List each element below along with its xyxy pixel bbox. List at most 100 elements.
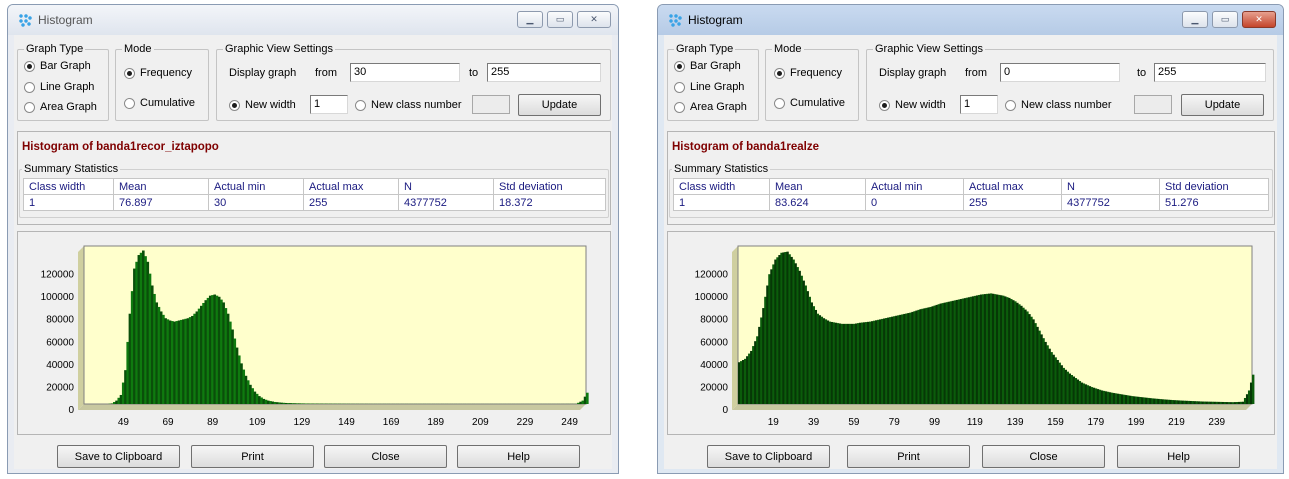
radio-area-graph[interactable]: Area Graph (24, 101, 97, 113)
close-button[interactable]: Close (324, 445, 447, 468)
update-button[interactable]: Update (518, 94, 601, 116)
histogram-bar (264, 399, 268, 404)
header-actual-max: Actual max (303, 178, 399, 195)
close-window-button[interactable]: ✕ (1242, 11, 1276, 28)
radio-cumulative[interactable]: Cumulative (774, 97, 845, 109)
statistics-table: Class width Mean Actual min Actual max N… (673, 178, 1269, 211)
histogram-bar (139, 252, 143, 404)
histogram-bar (217, 296, 221, 404)
y-tick-label: 100000 (695, 292, 729, 303)
plot-floor (732, 404, 1252, 410)
histogram-bar (220, 299, 223, 404)
mode-group: Mode (765, 43, 859, 121)
new-class-number-input[interactable] (472, 95, 510, 114)
radio-dot (24, 81, 35, 93)
x-tick-label: 199 (1128, 417, 1145, 428)
histogram-bar (188, 317, 192, 404)
histogram-bar (244, 375, 248, 404)
histogram-bar (300, 403, 304, 404)
histogram-bar (135, 261, 138, 404)
histogram-bar (162, 314, 165, 404)
to-input[interactable]: 255 (1154, 63, 1266, 82)
radio-frequency[interactable]: Frequency (124, 67, 192, 79)
radio-frequency[interactable]: Frequency (774, 67, 842, 79)
new-width-input[interactable]: 1 (310, 95, 348, 114)
cell-n: 4377752 (1061, 194, 1160, 211)
radio-area-graph[interactable]: Area Graph (674, 101, 747, 113)
radio-bar-graph[interactable]: Bar Graph (674, 60, 741, 72)
to-input[interactable]: 255 (487, 63, 601, 82)
histogram-bar (193, 313, 196, 404)
minimize-button[interactable]: ▁ (1182, 11, 1208, 28)
histogram-bar (240, 363, 243, 404)
radio-cumulative[interactable]: Cumulative (124, 97, 195, 109)
graph-type-legend: Graph Type (676, 43, 734, 55)
radio-line-graph[interactable]: Line Graph (24, 81, 94, 93)
histogram-bar (179, 319, 183, 404)
histogram-bar (211, 295, 214, 404)
histogram-bar (148, 273, 152, 404)
from-label: from (965, 67, 987, 79)
histogram-bar (166, 319, 170, 404)
histogram-bar (171, 321, 174, 404)
histogram-bar (579, 401, 582, 404)
radio-new-width[interactable]: New width (229, 99, 296, 111)
radio-new-class-number[interactable]: New class number (355, 99, 461, 111)
histogram-bar (144, 256, 147, 404)
help-button[interactable]: Help (457, 445, 580, 468)
view-settings-legend: Graphic View Settings (225, 43, 334, 55)
histogram-bar (200, 305, 203, 404)
radio-bar-graph[interactable]: Bar Graph (24, 60, 91, 72)
mode-legend: Mode (774, 43, 802, 55)
maximize-button[interactable]: ▭ (547, 11, 573, 28)
title-bar[interactable]: Histogram ▁ ▭ ✕ (8, 5, 618, 35)
close-button[interactable]: Close (982, 445, 1105, 468)
save-to-clipboard-button[interactable]: Save to Clipboard (707, 445, 830, 468)
histogram-bar (119, 394, 123, 404)
print-button[interactable]: Print (847, 445, 970, 468)
radio-dot (674, 81, 685, 93)
print-button[interactable]: Print (191, 445, 314, 468)
histogram-bar (186, 318, 190, 404)
histogram-bar (146, 261, 150, 404)
maximize-button[interactable]: ▭ (1212, 11, 1238, 28)
new-width-input[interactable]: 1 (960, 95, 998, 114)
header-class-width: Class width (673, 178, 770, 195)
radio-new-class-number[interactable]: New class number (1005, 99, 1111, 111)
from-input[interactable]: 30 (350, 63, 460, 82)
histogram-bar (275, 402, 279, 404)
maximize-icon: ▭ (1220, 14, 1230, 24)
histogram-bar (287, 403, 290, 404)
cell-mean: 83.624 (769, 194, 866, 211)
minimize-button[interactable]: ▁ (517, 11, 543, 28)
histogram-bar (269, 401, 272, 404)
header-actual-min: Actual min (865, 178, 964, 195)
close-window-button[interactable]: ✕ (577, 11, 611, 28)
radio-line-graph[interactable]: Line Graph (674, 81, 744, 93)
radio-dot (1005, 99, 1016, 111)
histogram-window-2: Histogram ▁ ▭ ✕ Graph Type Bar Graph Lin… (657, 4, 1284, 474)
update-button[interactable]: Update (1181, 94, 1264, 116)
histogram-bar (126, 341, 130, 404)
help-button[interactable]: Help (1117, 445, 1240, 468)
radio-new-width[interactable]: New width (879, 99, 946, 111)
histogram-bar (121, 382, 125, 404)
x-tick-label: 129 (294, 417, 311, 428)
window-title: Histogram (688, 13, 743, 27)
close-icon: ✕ (1255, 14, 1263, 24)
histogram-bar (206, 297, 210, 404)
app-icon (668, 13, 682, 27)
title-bar[interactable]: Histogram ▁ ▭ ✕ (658, 5, 1283, 35)
histogram-bar (224, 308, 228, 404)
from-input[interactable]: 0 (1000, 63, 1120, 82)
histogram-bar (229, 321, 232, 404)
save-to-clipboard-button[interactable]: Save to Clipboard (57, 445, 180, 468)
histogram-bar (289, 403, 292, 404)
histogram-bar (164, 318, 167, 404)
histogram-bar (260, 397, 263, 404)
histogram-bar (291, 403, 295, 404)
histogram-bar (581, 400, 585, 404)
new-class-number-input[interactable] (1134, 95, 1172, 114)
histogram-bar (284, 402, 288, 404)
y-tick-label: 20000 (46, 382, 74, 393)
